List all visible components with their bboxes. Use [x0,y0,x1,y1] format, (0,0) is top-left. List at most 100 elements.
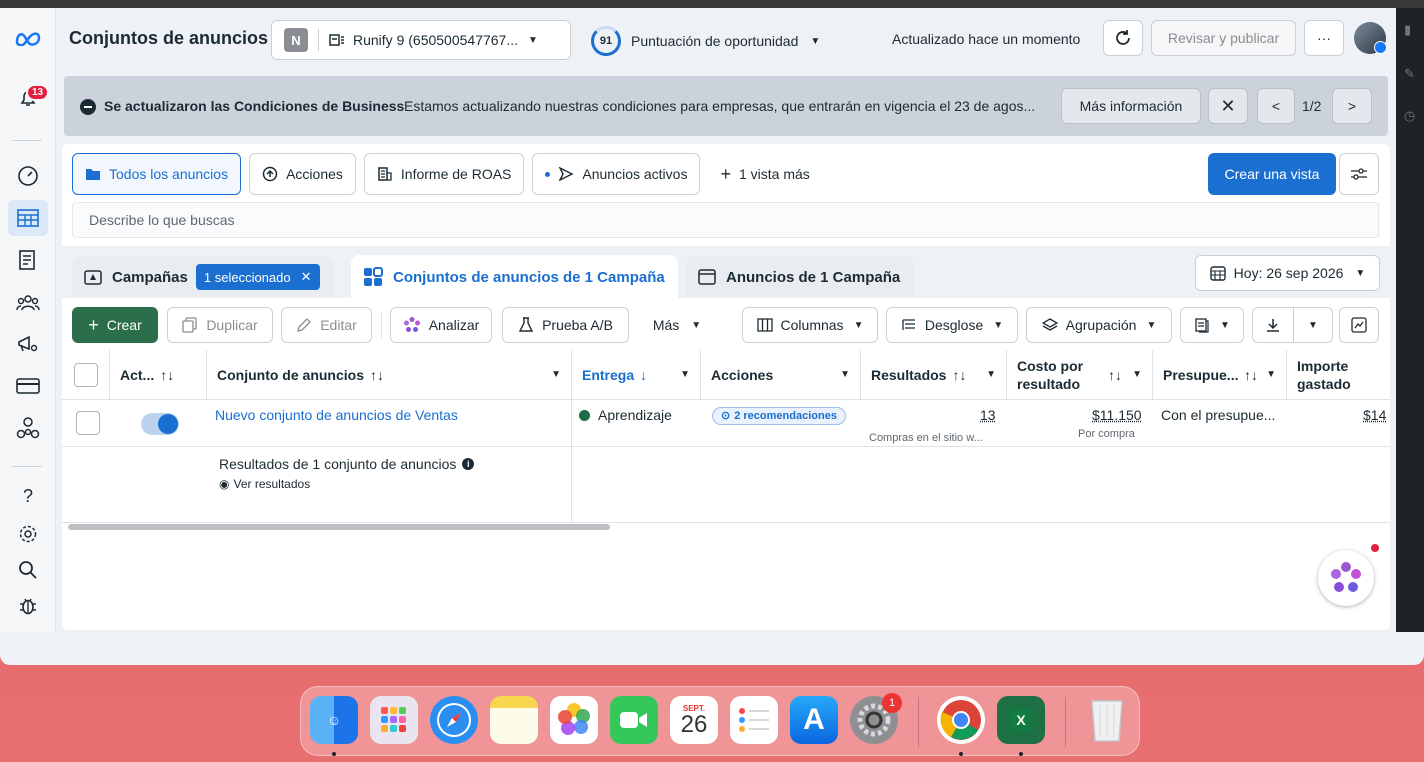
main-panel: Todos los anuncios Acciones Informe de R… [62,144,1390,630]
close-notice-button[interactable]: ✕ [1208,88,1248,124]
button-label: Agrupación [1065,317,1137,333]
search-icon[interactable] [8,552,48,588]
review-publish-button[interactable]: Revisar y publicar [1151,20,1296,56]
pencil-icon[interactable]: ✎ [1404,66,1415,82]
view-all-ads[interactable]: Todos los anuncios [72,153,242,195]
ad-set-name-link[interactable]: Nuevo conjunto de anuncios de Ventas [215,407,458,423]
recommendations-badge[interactable]: ⊙ 2 recomendaciones [712,407,846,425]
column-results[interactable]: Resultados ↑↓ ▼ [861,350,1007,400]
horizontal-scrollbar[interactable] [68,524,610,530]
reminders-icon[interactable] [730,696,778,744]
view-actions[interactable]: Acciones [249,153,356,195]
column-menu-icon[interactable]: ▼ [1132,366,1142,384]
tab-ad-sets[interactable]: Conjuntos de anuncios de 1 Campaña [351,255,678,299]
tab-ads[interactable]: Anuncios de 1 Campaña [686,256,914,298]
column-menu-icon[interactable]: ▼ [1266,369,1276,380]
view-results-link[interactable]: ◉ Ver resultados [219,477,310,491]
grouping-button[interactable]: Agrupación ▼ [1026,307,1172,343]
reports-button[interactable]: ▼ [1180,307,1244,343]
search-input[interactable]: Describe lo que buscas [72,202,1379,238]
selection-chip[interactable]: 1 seleccionado ✕ [195,264,320,290]
safari-icon[interactable] [430,696,478,744]
settings-gear-icon[interactable] [8,516,48,552]
column-delivery[interactable]: Entrega ↓ ▼ [572,350,701,400]
select-all-checkbox[interactable] [73,362,98,387]
account-avatar: N [284,28,308,52]
app-store-icon[interactable]: A [790,696,838,744]
expand-chart-button[interactable] [1339,307,1379,343]
tab-campaigns[interactable]: Campañas 1 seleccionado ✕ [72,256,334,298]
ads-manager-window: 13 ? Conjuntos de anuncios N Runify 9 (6… [0,8,1424,665]
column-actions[interactable]: Acciones ▼ [701,350,861,400]
column-menu-icon[interactable]: ▼ [840,369,850,380]
sort-icon[interactable]: ↑↓ [160,367,174,383]
notes-icon[interactable] [490,696,538,744]
clear-selection-icon[interactable]: ✕ [301,269,312,285]
active-toggle[interactable] [141,413,179,435]
column-menu-icon[interactable]: ▼ [680,369,690,380]
date-range-picker[interactable]: Hoy: 26 sep 2026 ▼ [1195,255,1380,291]
sort-icon[interactable]: ↑↓ [370,367,384,383]
columns-icon [756,318,773,332]
more-options-button[interactable]: ··· [1304,20,1344,56]
launchpad-icon[interactable] [370,696,418,744]
trash-icon[interactable] [1083,696,1131,744]
ai-assistant-button[interactable] [1318,550,1374,606]
ads-manager-table-icon[interactable] [8,200,48,236]
column-active[interactable]: Act... ↑↓ [110,350,207,400]
bug-report-icon[interactable] [8,588,48,624]
edit-button[interactable]: Editar [281,307,372,343]
column-budget[interactable]: Presupue... ↑↓ ▼ [1153,350,1287,400]
dashboard-gauge-icon[interactable] [8,158,48,194]
calendar-app-icon[interactable]: SEPT. 26 [670,696,718,744]
column-amount-spent[interactable]: Importe gastado [1287,350,1390,400]
columns-button[interactable]: Columnas ▼ [742,307,878,343]
audiences-icon[interactable] [8,284,48,320]
analyze-button[interactable]: Analizar [390,307,492,343]
view-active-ads[interactable]: Anuncios activos [532,153,701,195]
column-menu-icon[interactable]: ▼ [551,369,561,380]
info-icon[interactable]: i [462,458,475,470]
more-views-button[interactable]: + 1 vista más [708,153,821,195]
column-ad-set[interactable]: Conjunto de anuncios ↑↓ ▼ [207,350,572,400]
sort-icon[interactable]: ↑↓ [1108,366,1122,384]
view-settings-button[interactable] [1339,153,1379,195]
export-options-button[interactable]: ▼ [1293,307,1333,343]
duplicate-button[interactable]: Duplicar [167,307,273,343]
photos-icon[interactable] [550,696,598,744]
chrome-icon[interactable] [937,696,985,744]
campaign-megaphone-icon[interactable] [8,326,48,362]
opportunity-score[interactable]: 91 Puntuación de oportunidad ▼ [591,26,820,56]
column-cost-per-result[interactable]: Costo por resultado ↑↓ ▼ [1007,350,1153,400]
finder-icon[interactable]: ☺ [310,696,358,744]
column-menu-icon[interactable]: ▼ [986,369,996,380]
create-button[interactable]: + Crear [72,307,158,343]
export-button[interactable] [1252,307,1294,343]
help-question-icon[interactable]: ? [8,478,48,514]
billing-card-icon[interactable] [8,368,48,404]
notice-title: Se actualizaron las Condiciones de Busin… [104,98,405,114]
ab-test-button[interactable]: Prueba A/B [502,307,629,343]
previous-notice-button[interactable]: < [1257,88,1295,124]
pages-icon[interactable] [8,242,48,278]
more-actions-button[interactable]: Más ▼ [642,307,712,343]
refresh-button[interactable] [1103,20,1143,56]
business-apps-icon[interactable] [8,410,48,446]
clock-icon[interactable]: ◷ [1404,108,1415,124]
sort-icon[interactable]: ↑↓ [1244,367,1258,383]
more-info-button[interactable]: Más información [1061,88,1201,124]
create-view-button[interactable]: Crear una vista [1208,153,1336,195]
next-notice-button[interactable]: > [1332,88,1372,124]
sort-down-icon[interactable]: ↓ [640,367,647,383]
pencil-icon [297,318,312,332]
facetime-icon[interactable] [610,696,658,744]
account-selector[interactable]: N Runify 9 (650500547767... ▼ [271,20,571,60]
meta-logo-icon[interactable] [8,20,48,56]
view-roas-report[interactable]: Informe de ROAS [363,153,525,195]
chart-icon[interactable]: ▮ [1404,22,1411,38]
sort-icon[interactable]: ↑↓ [952,367,966,383]
toolbar-divider [381,312,382,338]
row-checkbox[interactable] [76,411,100,435]
excel-icon[interactable]: X [997,696,1045,744]
breakdown-button[interactable]: Desglose ▼ [886,307,1018,343]
